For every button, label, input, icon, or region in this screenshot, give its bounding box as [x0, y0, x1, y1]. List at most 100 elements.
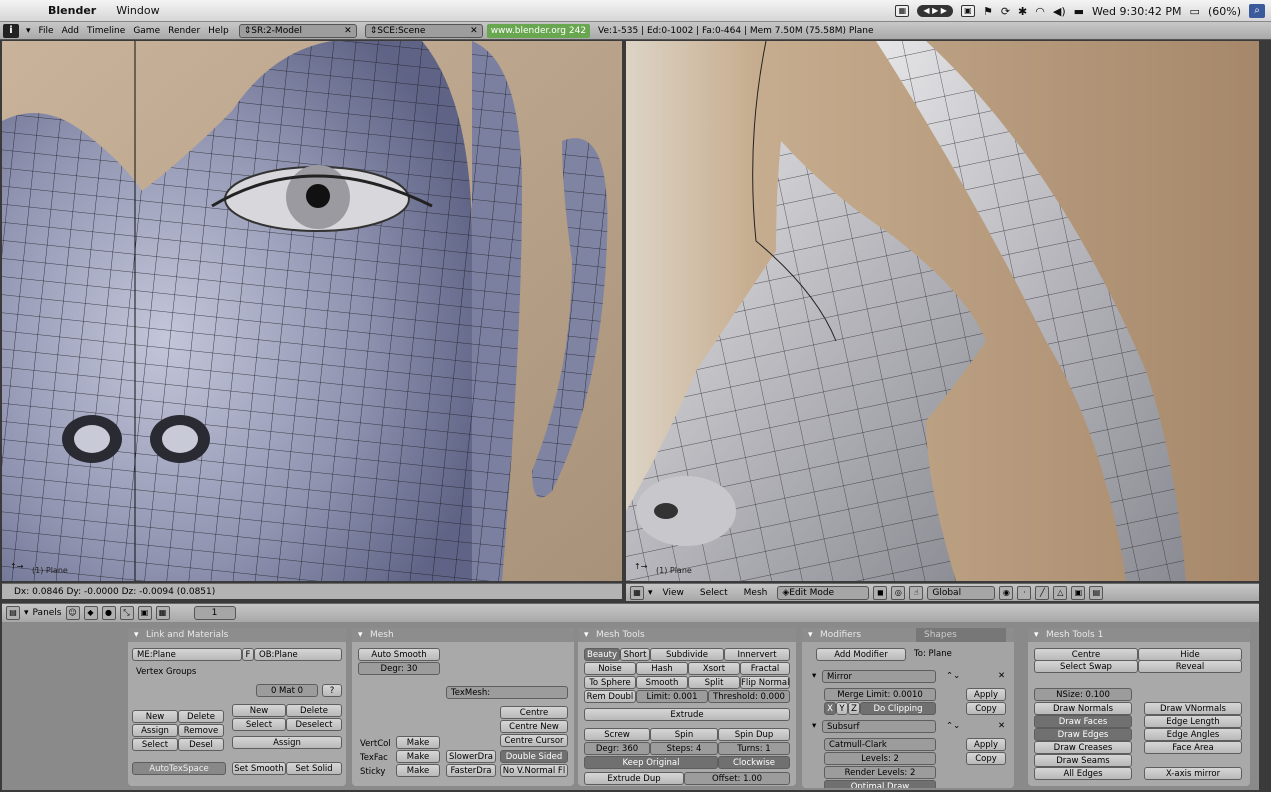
- material-index[interactable]: 0 Mat 0: [256, 684, 318, 697]
- limit-selection-icon[interactable]: ▣: [1071, 585, 1086, 600]
- panel-title[interactable]: Mesh: [352, 628, 574, 642]
- beauty-toggle[interactable]: Beauty: [584, 648, 620, 661]
- menu-file[interactable]: File: [35, 24, 58, 38]
- viewport-front[interactable]: ↑→ (1) Plane: [2, 41, 622, 581]
- offset-field[interactable]: Offset: 1.00: [684, 772, 790, 785]
- double-sided-toggle[interactable]: Double Sided: [500, 750, 568, 763]
- battery-icon[interactable]: ▭: [1190, 5, 1200, 18]
- flag-icon[interactable]: ▬: [1074, 5, 1084, 18]
- close-icon[interactable]: ✕: [998, 720, 1005, 733]
- set-smooth-button[interactable]: Set Smooth: [232, 762, 286, 775]
- material-query-button[interactable]: ?: [322, 684, 342, 697]
- draw-type-icon[interactable]: ◼: [873, 585, 888, 600]
- blender-url[interactable]: www.blender.org 242: [486, 23, 591, 38]
- faster-draw-button[interactable]: FasterDra: [446, 764, 496, 777]
- face-select-icon[interactable]: △: [1053, 585, 1068, 600]
- subsurf-copy-button[interactable]: Copy: [966, 752, 1006, 765]
- sticky-make-button[interactable]: Make: [396, 764, 440, 777]
- auto-smooth-degr[interactable]: Degr: 30: [358, 662, 440, 675]
- spotlight-icon[interactable]: ⌕: [1249, 4, 1265, 18]
- optimal-draw-toggle[interactable]: Optimal Draw: [824, 780, 936, 788]
- keyboard-icon[interactable]: ▦: [895, 5, 910, 17]
- pivot-icon[interactable]: ◎: [891, 585, 906, 600]
- screw-button[interactable]: Screw: [584, 728, 650, 741]
- to-sphere-button[interactable]: To Sphere: [584, 676, 636, 689]
- keep-original-toggle[interactable]: Keep Original: [584, 756, 718, 769]
- vertcol-make-button[interactable]: Make: [396, 736, 440, 749]
- mode-select[interactable]: ◈ Edit Mode: [777, 585, 870, 600]
- frame-field[interactable]: 1: [193, 606, 236, 620]
- axis-z-toggle[interactable]: Z: [848, 702, 860, 715]
- fractal-button[interactable]: Fractal: [740, 662, 790, 675]
- add-modifier-button[interactable]: Add Modifier: [816, 648, 906, 661]
- slower-draw-button[interactable]: SlowerDra: [446, 750, 496, 763]
- xsort-button[interactable]: Xsort: [688, 662, 740, 675]
- volume-icon[interactable]: ◀): [1053, 5, 1066, 18]
- battery-percent[interactable]: (60%): [1208, 5, 1241, 18]
- menu-add[interactable]: Add: [58, 24, 83, 38]
- vgroup-new-button[interactable]: New: [132, 710, 178, 723]
- tab-shapes[interactable]: Shapes: [916, 628, 1006, 642]
- collapse-icon[interactable]: ▾: [24, 608, 29, 618]
- move-up-icon[interactable]: ⌃⌄: [946, 670, 960, 683]
- panel-title[interactable]: Mesh Tools: [578, 628, 796, 642]
- viewport-side[interactable]: ↑→ (1) Plane: [626, 41, 1259, 581]
- threshold-field[interactable]: Threshold: 0.000: [708, 690, 790, 703]
- auto-smooth-toggle[interactable]: Auto Smooth: [358, 648, 440, 661]
- vgroup-remove-button[interactable]: Remove: [178, 724, 224, 737]
- short-toggle[interactable]: Short: [620, 648, 650, 661]
- material-assign-button[interactable]: Assign: [232, 736, 342, 749]
- media-controls-icon[interactable]: ◀ ▶ ▶: [917, 5, 953, 17]
- centre-cursor-button[interactable]: Centre Cursor: [500, 734, 568, 747]
- menu-select[interactable]: Select: [694, 588, 734, 598]
- clockwise-toggle[interactable]: Clockwise: [718, 756, 790, 769]
- draw-seams-toggle[interactable]: Draw Seams: [1034, 754, 1132, 767]
- object-name-field[interactable]: OB:Plane: [254, 648, 342, 661]
- innervert-button[interactable]: Innervert: [724, 648, 790, 661]
- select-swap-button[interactable]: Select Swap: [1034, 660, 1138, 673]
- edge-select-icon[interactable]: ╱: [1035, 585, 1050, 600]
- draw-normals-toggle[interactable]: Draw Normals: [1034, 702, 1132, 715]
- render-icon[interactable]: ▤: [1089, 585, 1104, 600]
- material-select-button[interactable]: Select: [232, 718, 286, 731]
- noise-button[interactable]: Noise: [584, 662, 636, 675]
- manipulator-icon[interactable]: ☝: [909, 585, 924, 600]
- draw-vnormals-toggle[interactable]: Draw VNormals: [1144, 702, 1242, 715]
- spin-steps-field[interactable]: Steps: 4: [650, 742, 718, 755]
- subdivide-button[interactable]: Subdivide: [650, 648, 724, 661]
- material-deselect-button[interactable]: Deselect: [286, 718, 342, 731]
- spin-turns-field[interactable]: Turns: 1: [718, 742, 790, 755]
- shading-icon[interactable]: ●: [101, 606, 116, 620]
- app-menu[interactable]: Blender: [38, 4, 106, 17]
- texface-make-button[interactable]: Make: [396, 750, 440, 763]
- reveal-button[interactable]: Reveal: [1138, 660, 1242, 673]
- expand-icon[interactable]: ▾: [812, 670, 816, 683]
- nsize-field[interactable]: NSize: 0.100: [1034, 688, 1132, 701]
- material-delete-button[interactable]: Delete: [286, 704, 342, 717]
- subsurf-apply-button[interactable]: Apply: [966, 738, 1006, 751]
- hash-button[interactable]: Hash: [636, 662, 688, 675]
- subsurf-type-select[interactable]: Catmull-Clark: [824, 738, 936, 751]
- script-icon[interactable]: ◆: [83, 606, 98, 620]
- mirror-apply-button[interactable]: Apply: [966, 688, 1006, 701]
- window-type-icon[interactable]: ▦: [630, 585, 644, 600]
- edge-angles-toggle[interactable]: Edge Angles: [1144, 728, 1242, 741]
- expand-icon[interactable]: ▾: [812, 720, 816, 733]
- proportional-icon[interactable]: ◉: [999, 585, 1014, 600]
- material-new-button[interactable]: New: [232, 704, 286, 717]
- panels-label[interactable]: Panels: [33, 608, 62, 618]
- menu-view[interactable]: View: [657, 588, 690, 598]
- spin-dup-button[interactable]: Spin Dup: [718, 728, 790, 741]
- collapse-icon[interactable]: ▾: [22, 24, 35, 38]
- close-icon[interactable]: ✕: [340, 24, 352, 38]
- levels-field[interactable]: Levels: 2: [824, 752, 936, 765]
- screen-icon[interactable]: ▣: [960, 5, 975, 17]
- vgroup-assign-button[interactable]: Assign: [132, 724, 178, 737]
- limit-field[interactable]: Limit: 0.001: [636, 690, 708, 703]
- scene-selector[interactable]: ⇕ SCE:Scene ✕: [364, 23, 483, 38]
- do-clipping-toggle[interactable]: Do Clipping: [860, 702, 936, 715]
- vgroup-desel-button[interactable]: Desel: [178, 738, 224, 751]
- vertex-select-icon[interactable]: ·: [1017, 585, 1032, 600]
- logic-icon[interactable]: ☺: [65, 606, 80, 620]
- merge-limit-field[interactable]: Merge Limit: 0.0010: [824, 688, 936, 701]
